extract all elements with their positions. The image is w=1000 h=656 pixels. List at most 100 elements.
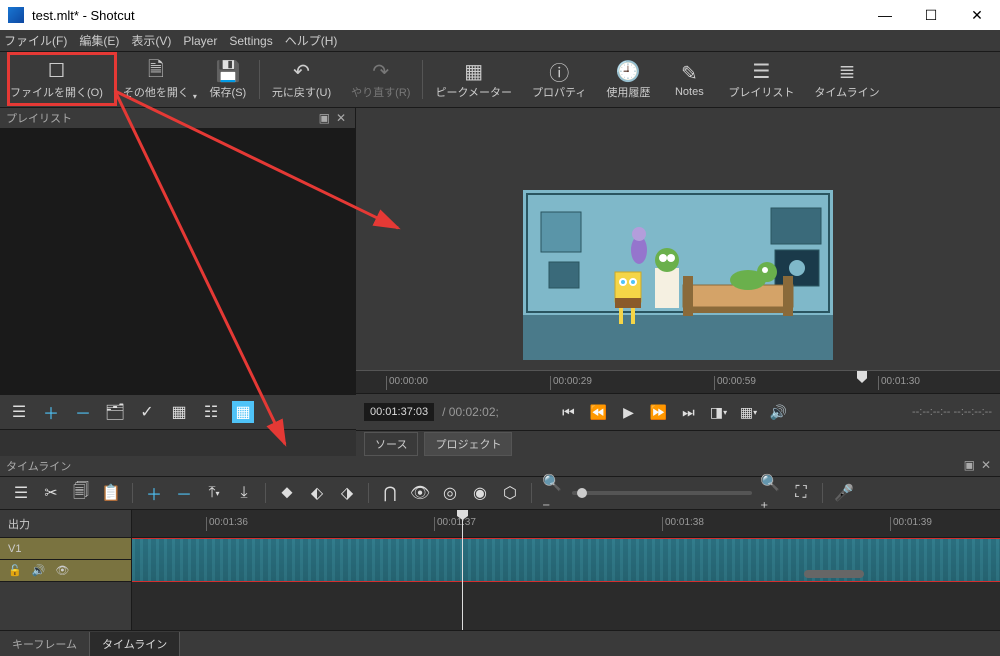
save-icon: 💾 — [215, 60, 240, 84]
undo-button[interactable]: ↶ 元に戻す(U) — [262, 52, 341, 107]
redo-button[interactable]: ↷ やり直す(R) — [341, 52, 420, 107]
paste-button[interactable]: 📋 — [100, 482, 122, 504]
zoom-fit-button[interactable]: ⛶ — [790, 482, 812, 504]
peak-meter-button[interactable]: ▦ ピークメーター — [425, 52, 522, 107]
skip-end-button[interactable]: ⏭ — [677, 401, 699, 423]
minimize-button[interactable]: ― — [862, 0, 908, 30]
folder-open-icon: 🞏 — [48, 60, 64, 84]
main-toolbar: 🞏 ファイルを開く(O) 🗎 その他を開く ▾ 💾 保存(S) ↶ 元に戻す(U… — [0, 52, 1000, 108]
prev-marker-button[interactable]: ⬖ — [306, 482, 328, 504]
timeline-tab[interactable]: タイムライン — [90, 632, 180, 656]
position-time[interactable]: 00:01:37:03 — [364, 403, 434, 421]
timeline-playhead[interactable] — [462, 510, 463, 630]
video-clip[interactable] — [132, 538, 1000, 582]
ripple-markers-button[interactable]: ⬡ — [499, 482, 521, 504]
play-button[interactable]: ▶ — [617, 401, 639, 423]
preview-area: 00:00:00 00:00:29 00:00:59 00:01:30 — [356, 108, 1000, 394]
playlist-panel: プレイリスト ▣ ✕ — [0, 108, 356, 394]
source-tab[interactable]: ソース — [364, 432, 418, 456]
grid-button[interactable]: ▦▾ — [737, 401, 759, 423]
record-button[interactable]: 🎤 — [833, 482, 855, 504]
skip-start-button[interactable]: ⏮ — [557, 401, 579, 423]
preview-ruler[interactable]: 00:00:00 00:00:29 00:00:59 00:01:30 — [356, 370, 1000, 394]
output-header[interactable]: 出力 — [0, 510, 131, 538]
playlist-detail-button[interactable]: ☷ — [200, 401, 222, 423]
notes-icon: ✎ — [681, 62, 698, 86]
history-button[interactable]: 🕘 使用履歴 — [596, 52, 660, 107]
close-button[interactable]: ✕ — [954, 0, 1000, 30]
track-area[interactable]: 00:01:36 00:01:37 00:01:38 00:01:39 — [132, 510, 1000, 630]
meter-icon: ▦ — [464, 60, 483, 84]
playlist-add-button[interactable]: ＋ — [40, 401, 62, 423]
maximize-button[interactable]: ☐ — [908, 0, 954, 30]
zoom-in-button[interactable]: 🔍₊ — [760, 482, 782, 504]
snap-button[interactable]: ⋂ — [379, 482, 401, 504]
chevron-down-icon: ▾ — [193, 92, 197, 101]
volume-button[interactable]: 🔊 — [767, 401, 789, 423]
playlist-button[interactable]: ☰ プレイリスト — [718, 52, 804, 107]
menu-help[interactable]: ヘルプ(H) — [285, 32, 338, 49]
panel-close-button[interactable]: ✕ — [333, 111, 349, 125]
copy-button[interactable]: 🗐 — [70, 482, 92, 504]
timeline-icon: ≣ — [839, 60, 856, 84]
history-icon: 🕘 — [616, 60, 641, 84]
menu-settings[interactable]: Settings — [229, 34, 272, 48]
player-tabs: ソース プロジェクト — [356, 430, 1000, 456]
scrub-button[interactable]: 👁 — [409, 482, 431, 504]
playlist-files-button[interactable]: 🗂 — [104, 401, 126, 423]
menu-player[interactable]: Player — [183, 34, 217, 48]
playlist-grid-button[interactable]: ▦ — [232, 401, 254, 423]
timeline-button[interactable]: ≣ タイムライン — [804, 52, 889, 107]
lift-button[interactable]: ⤒▾ — [203, 482, 225, 504]
menu-edit[interactable]: 編集(E) — [79, 32, 119, 49]
next-marker-button[interactable]: ⬗ — [336, 482, 358, 504]
playlist-panel-title: プレイリスト — [6, 110, 72, 126]
track-header-v1[interactable]: V1 — [0, 538, 131, 560]
ripple-button[interactable]: ◎ — [439, 482, 461, 504]
preview-playhead[interactable] — [857, 371, 867, 383]
mute-icon[interactable]: 🔊 — [32, 564, 46, 577]
timeline-popout-button[interactable]: ▣ — [961, 458, 978, 474]
marker-button[interactable]: ⬥ — [276, 482, 298, 504]
zoom-mode-button[interactable]: ◨▾ — [707, 401, 729, 423]
forward-button[interactable]: ⏩ — [647, 401, 669, 423]
overwrite-button[interactable]: ⤓ — [233, 482, 255, 504]
ruler-tick: 00:00:29 — [550, 376, 592, 390]
preview-frame — [523, 190, 833, 360]
zoom-slider[interactable] — [572, 491, 752, 495]
zoom-out-button[interactable]: 🔍₋ — [542, 482, 564, 504]
in-out-dashes: --:--:--:-- --:--:--:-- — [912, 406, 992, 418]
preview-canvas[interactable] — [356, 108, 1000, 370]
lock-icon[interactable]: 🔓 — [8, 564, 22, 577]
save-button[interactable]: 💾 保存(S) — [199, 52, 257, 107]
keyframes-tab[interactable]: キーフレーム — [0, 632, 90, 656]
ripple-all-button[interactable]: ◉ — [469, 482, 491, 504]
playlist-check-button[interactable]: ✓ — [136, 401, 158, 423]
playlist-body[interactable] — [0, 128, 355, 394]
hide-icon[interactable]: 👁 — [55, 564, 69, 577]
menu-file[interactable]: ファイル(F) — [4, 32, 67, 49]
window-title: test.mlt* - Shotcut — [32, 8, 135, 23]
open-other-button[interactable]: 🗎 その他を開く ▾ — [113, 52, 199, 107]
titlebar: test.mlt* - Shotcut ― ☐ ✕ — [0, 0, 1000, 30]
timeline-close-button[interactable]: ✕ — [978, 458, 994, 474]
playlist-menu-button[interactable]: ☰ — [8, 401, 30, 423]
playlist-list-button[interactable]: ▦ — [168, 401, 190, 423]
redo-icon: ↷ — [372, 60, 389, 84]
cut-button[interactable]: ✂ — [40, 482, 62, 504]
properties-button[interactable]: ⓘ プロパティ — [522, 52, 596, 107]
append-button[interactable]: ＋ — [143, 482, 165, 504]
notes-button[interactable]: ✎ Notes — [660, 52, 718, 107]
timeline-panel-title: タイムライン — [6, 458, 71, 474]
ruler-tick: 00:00:00 — [386, 376, 428, 390]
timeline-ruler[interactable]: 00:01:36 00:01:37 00:01:38 00:01:39 — [132, 510, 1000, 538]
menu-view[interactable]: 表示(V) — [131, 32, 171, 49]
delete-button[interactable]: － — [173, 482, 195, 504]
panel-popout-button[interactable]: ▣ — [316, 111, 333, 125]
timeline-menu-button[interactable]: ☰ — [10, 482, 32, 504]
playlist-remove-button[interactable]: － — [72, 401, 94, 423]
scrollbar-thumb[interactable] — [804, 570, 864, 578]
project-tab[interactable]: プロジェクト — [424, 432, 512, 456]
rewind-button[interactable]: ⏪ — [587, 401, 609, 423]
open-file-button[interactable]: 🞏 ファイルを開く(O) — [0, 52, 113, 107]
